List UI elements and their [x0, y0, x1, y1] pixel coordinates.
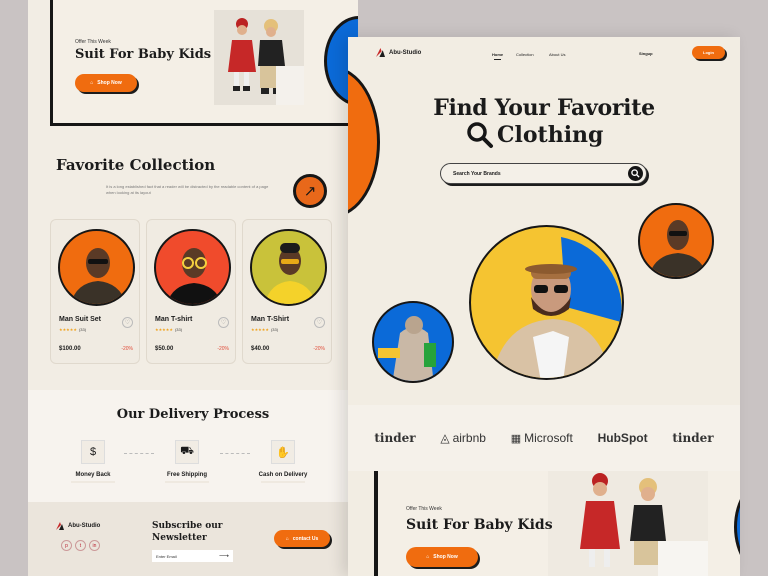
- step-cash-on-delivery: ✋ Cash on Delivery: [255, 440, 311, 483]
- airbnb-icon: ◬: [440, 431, 450, 445]
- search-input[interactable]: Search Your Brands: [440, 163, 647, 184]
- delivery-section: Our Delivery Process $ Money Back ⛟ Free…: [28, 390, 358, 502]
- product-image: [58, 229, 135, 306]
- search-icon: [467, 122, 493, 148]
- twitter-icon[interactable]: t: [75, 540, 86, 551]
- cash-icon: ✋: [271, 440, 295, 464]
- product-price: $50.00: [155, 346, 174, 352]
- kids-photo: [214, 10, 306, 105]
- footer-brand[interactable]: Abu-Studio: [56, 522, 100, 530]
- product-name: Man Suit Set: [59, 316, 102, 323]
- login-button[interactable]: Login: [692, 46, 725, 59]
- left-page-preview: Offer This Week Suit For Baby Kids ⌂ Sho…: [28, 0, 358, 576]
- product-discount: -20%: [217, 346, 229, 352]
- hero-model-image: [469, 225, 624, 380]
- wishlist-heart-icon[interactable]: ♡: [218, 317, 229, 328]
- airbnb-logo: ◬ airbnb: [440, 431, 486, 445]
- delivery-title: Our Delivery Process: [116, 407, 270, 422]
- footer: Abu-Studio p t in Subscribe our Newslett…: [28, 502, 358, 576]
- product-discount: -20%: [313, 346, 325, 352]
- microsoft-logo: ▦ Microsoft: [510, 431, 573, 445]
- product-price: $100.00: [59, 346, 81, 352]
- signup-link[interactable]: Singup: [639, 51, 653, 56]
- shop-now-button[interactable]: ⌂ Shop Now: [406, 547, 478, 567]
- offer-title: Suit For Baby Kids: [75, 47, 212, 62]
- kids-photo: [548, 471, 708, 576]
- arrow-right-icon[interactable]: ⟶: [219, 552, 229, 560]
- rating-stars: ★★★★★ (33): [155, 327, 183, 332]
- product-price: $40.00: [251, 346, 270, 352]
- product-name: Man T-shirt: [155, 316, 193, 323]
- product-discount: -20%: [121, 346, 133, 352]
- decor-orange-circle: [348, 67, 380, 217]
- decor-blue-circle: [734, 477, 740, 576]
- product-name: Man T-Shirt: [251, 316, 290, 323]
- wishlist-heart-icon[interactable]: ♡: [122, 317, 133, 328]
- tinder-logo: tinder: [374, 431, 416, 445]
- email-field[interactable]: Enter Email ⟶: [152, 550, 233, 562]
- bag-icon: ⌂: [285, 535, 289, 542]
- offer-banner: Offer This Week Suit For Baby Kids ⌂ Sho…: [50, 0, 358, 126]
- offer-title: Suit For Baby Kids: [406, 517, 553, 533]
- newsletter-title: Subscribe our Newsletter: [152, 521, 223, 543]
- arrow-up-right-icon: ↗: [303, 183, 317, 200]
- product-card[interactable]: Man T-shirt ♡ ★★★★★ (33) $50.00 -20%: [146, 219, 236, 364]
- tinder-logo: tinder: [672, 431, 714, 445]
- nav-about-us[interactable]: About Us: [549, 52, 565, 57]
- step-free-shipping: ⛟ Free Shipping: [162, 440, 212, 483]
- nav-collection[interactable]: Collection: [516, 52, 534, 57]
- hero-title-line2: Clothing: [466, 121, 603, 149]
- step-money-back: $ Money Back: [68, 440, 118, 483]
- brand-logo-icon: [376, 48, 385, 57]
- offer-banner: Offer This Week Suit For Baby Kids ⌂ Sho…: [374, 471, 740, 576]
- search-icon: [631, 169, 640, 178]
- pinterest-icon[interactable]: p: [61, 540, 72, 551]
- hubspot-logo: HubSpot: [597, 431, 648, 445]
- bag-icon: ⌂: [426, 554, 430, 560]
- product-card[interactable]: Man T-Shirt ♡ ★★★★★ (33) $40.00 -20%: [242, 219, 332, 364]
- rating-stars: ★★★★★ (33): [251, 327, 279, 332]
- right-page-preview: Abu-Studio Home Collection About Us Sing…: [348, 37, 740, 576]
- money-icon: $: [81, 440, 105, 464]
- nav-brand[interactable]: Abu-Studio: [376, 48, 421, 57]
- step-connector: [124, 453, 154, 454]
- nav-home[interactable]: Home: [492, 52, 503, 60]
- wishlist-heart-icon[interactable]: ♡: [314, 317, 325, 328]
- shop-now-button[interactable]: ⌂ Shop Now: [75, 74, 137, 92]
- contact-us-button[interactable]: ⌂ contact Us: [274, 530, 330, 547]
- linkedin-icon[interactable]: in: [89, 540, 100, 551]
- favorite-description: It is a long established fact that a rea…: [106, 184, 269, 195]
- product-card[interactable]: Man Suit Set ♡ ★★★★★ (33) $100.00 -20%: [50, 219, 140, 364]
- model-thumbnail-image: [638, 203, 714, 279]
- step-connector: [220, 453, 250, 454]
- offer-tag: Offer This Week: [406, 506, 442, 512]
- truck-icon: ⛟: [175, 440, 199, 464]
- hero-title-line1: Find Your Favorite: [433, 95, 655, 121]
- search-button[interactable]: [628, 166, 643, 181]
- favorite-collection-title: Favorite Collection: [56, 156, 216, 174]
- secondary-model-image: [372, 301, 454, 383]
- product-image: [250, 229, 327, 306]
- offer-tag: Offer This Week: [75, 39, 111, 45]
- product-image: [154, 229, 231, 306]
- bag-icon: ⌂: [90, 80, 94, 86]
- brand-logos: tinder ◬ airbnb ▦ Microsoft HubSpot tinder: [348, 405, 740, 471]
- microsoft-icon: ▦: [510, 432, 522, 445]
- brand-logo-icon: [56, 522, 64, 530]
- arrow-up-right-button[interactable]: ↗: [293, 174, 327, 208]
- rating-stars: ★★★★★ (33): [59, 327, 87, 332]
